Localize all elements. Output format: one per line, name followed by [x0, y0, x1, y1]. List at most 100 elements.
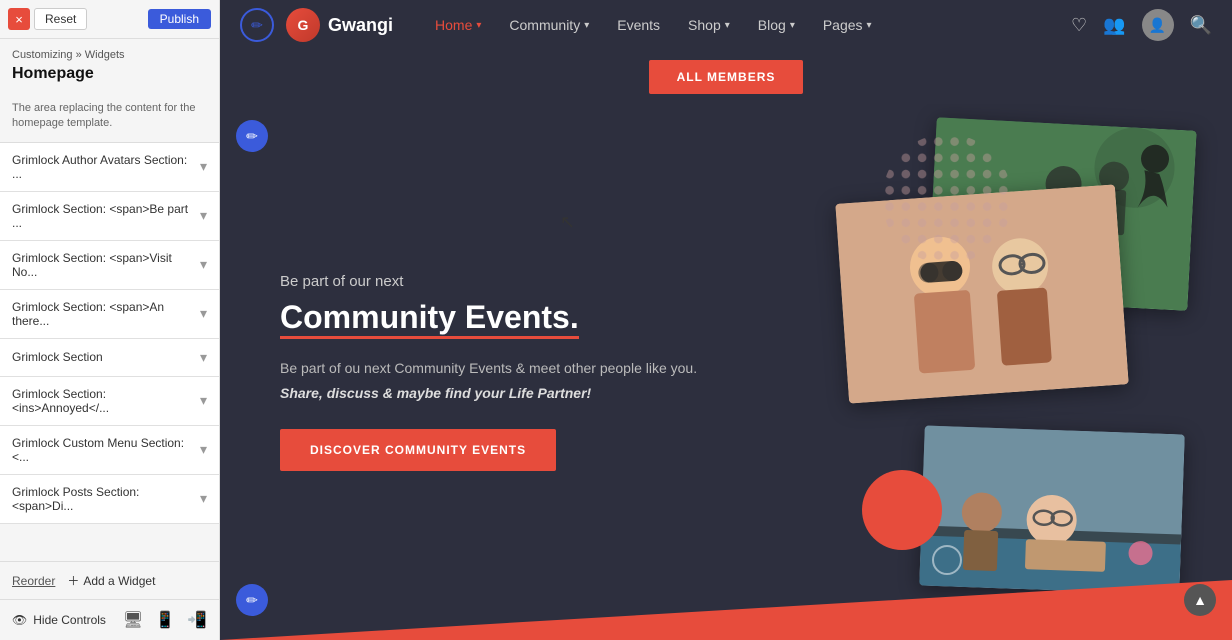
discover-events-button[interactable]: DISCOVER COMMUNITY EVENTS — [280, 429, 556, 471]
search-icon[interactable]: 🔍 — [1190, 15, 1212, 36]
chevron-icon-0: ▾ — [200, 158, 207, 175]
chevron-icon-1: ▾ — [200, 207, 207, 224]
chevron-icon-4: ▾ — [200, 349, 207, 366]
pencil-icon: ✏ — [246, 128, 258, 145]
cursor-pointer: ↖ — [560, 212, 575, 233]
hero-section: ✏ ↖ Be part of our next Community Events… — [220, 104, 1232, 640]
collage-image-3 — [919, 426, 1184, 595]
reset-button[interactable]: Reset — [34, 8, 87, 30]
tablet-icon[interactable]: 📱 — [155, 610, 175, 630]
sidebar-item-1[interactable]: Grimlock Section: <span>Be part ... ▾ — [0, 192, 219, 241]
close-icon: × — [15, 12, 23, 27]
collage-img3-fill — [919, 426, 1184, 595]
home-chevron-icon: ▾ — [476, 20, 481, 31]
nav-links: Home ▾ Community ▾ Events Shop ▾ Blog ▾ … — [423, 9, 1071, 41]
nav-home[interactable]: Home ▾ — [423, 9, 493, 41]
shop-chevron-icon: ▾ — [725, 20, 730, 31]
nav-events[interactable]: Events — [605, 9, 672, 41]
hero-description: Be part of ou next Community Events & me… — [280, 357, 697, 379]
chevron-icon-3: ▾ — [200, 305, 207, 322]
arrow-up-icon: ▲ — [1193, 592, 1207, 608]
chevron-icon-5: ▾ — [200, 392, 207, 409]
nav-pages[interactable]: Pages ▾ — [811, 9, 884, 41]
sidebar-item-6[interactable]: Grimlock Custom Menu Section: <... ▾ — [0, 426, 219, 475]
breadcrumb-customizing[interactable]: Customizing — [12, 49, 73, 61]
sidebar-bottom-bar: 👁 Hide Controls 🖥 📱 📲 — [0, 599, 219, 640]
hero-title: Community Events. — [280, 298, 697, 336]
publish-button[interactable]: Publish — [148, 9, 211, 29]
chevron-icon-6: ▾ — [200, 441, 207, 458]
main-content: ✏ G Gwangi Home ▾ Community ▾ Events Sho… — [220, 0, 1232, 640]
nav-logo-area: ✏ G Gwangi — [240, 8, 393, 42]
add-widget-button[interactable]: ＋ Add a Widget — [67, 572, 155, 589]
nav-icons: ♡ 👥 👤 🔍 — [1071, 9, 1212, 41]
dot-pattern-decoration — [882, 134, 1012, 264]
sidebar-item-0[interactable]: Grimlock Author Avatars Section: ... ▾ — [0, 143, 219, 192]
community-chevron-icon: ▾ — [584, 20, 589, 31]
nav-events-label: Events — [617, 17, 660, 33]
chevron-icon-7: ▾ — [200, 490, 207, 507]
hero-bottom-edit-button[interactable]: ✏ — [236, 584, 268, 616]
sidebar: × Reset Publish Customizing » Widgets Ho… — [0, 0, 220, 640]
sidebar-item-label-7: Grimlock Posts Section: <span>Di... — [12, 485, 200, 513]
nav-blog[interactable]: Blog ▾ — [746, 9, 807, 41]
sidebar-item-label-2: Grimlock Section: <span>Visit No... — [12, 251, 200, 279]
user-avatar[interactable]: 👤 — [1142, 9, 1174, 41]
mobile-icon[interactable]: 📲 — [187, 610, 207, 630]
breadcrumb-widgets[interactable]: Widgets — [85, 49, 125, 61]
hide-controls-button[interactable]: 👁 Hide Controls — [12, 613, 106, 627]
nav-brand: Gwangi — [328, 15, 393, 36]
sidebar-item-4[interactable]: Grimlock Section ▾ — [0, 339, 219, 377]
sidebar-item-label-4: Grimlock Section — [12, 350, 103, 364]
sidebar-item-label-1: Grimlock Section: <span>Be part ... — [12, 202, 200, 230]
nav-pages-label: Pages — [823, 17, 863, 33]
desktop-icon[interactable]: 🖥 — [123, 610, 143, 630]
all-members-button[interactable]: ALL MEMBERS — [649, 60, 804, 94]
pages-chevron-icon: ▾ — [867, 20, 872, 31]
hero-subtitle: Be part of our next — [280, 273, 697, 290]
hero-edit-button[interactable]: ✏ — [236, 120, 268, 152]
hero-title-text: Community Events. — [280, 298, 579, 336]
breadcrumb: Customizing » Widgets — [0, 39, 219, 63]
nav-shop[interactable]: Shop ▾ — [676, 9, 742, 41]
hero-text: Be part of our next Community Events. Be… — [280, 273, 697, 471]
chevron-icon-2: ▾ — [200, 256, 207, 273]
page-title: Homepage — [0, 63, 219, 93]
sidebar-top-bar: × Reset Publish — [0, 0, 219, 39]
sidebar-item-label-6: Grimlock Custom Menu Section: <... — [12, 436, 200, 464]
pencil-bottom-icon: ✏ — [246, 592, 258, 609]
nav-shop-label: Shop — [688, 17, 721, 33]
nav-community[interactable]: Community ▾ — [497, 9, 601, 41]
heart-icon[interactable]: ♡ — [1071, 15, 1087, 36]
scroll-to-top-button[interactable]: ▲ — [1184, 584, 1216, 616]
add-widget-label: Add a Widget — [83, 574, 155, 588]
sidebar-item-label-3: Grimlock Section: <span>An there... — [12, 300, 200, 328]
bottom-icons-group: 🖥 📱 📲 — [123, 610, 207, 630]
sidebar-item-7[interactable]: Grimlock Posts Section: <span>Di... ▾ — [0, 475, 219, 524]
sidebar-item-label-0: Grimlock Author Avatars Section: ... — [12, 153, 200, 181]
breadcrumb-separator: » — [76, 49, 82, 61]
sidebar-item-3[interactable]: Grimlock Section: <span>An there... ▾ — [0, 290, 219, 339]
red-circle-decoration — [862, 470, 942, 550]
sidebar-items-list: Grimlock Author Avatars Section: ... ▾ G… — [0, 143, 219, 561]
users-icon[interactable]: 👥 — [1103, 15, 1125, 36]
nav-edit-icon[interactable]: ✏ — [240, 8, 274, 42]
nav-logo: G — [286, 8, 320, 42]
sidebar-actions: Reorder ＋ Add a Widget — [0, 561, 219, 599]
top-navigation: ✏ G Gwangi Home ▾ Community ▾ Events Sho… — [220, 0, 1232, 50]
hero-images-collage — [772, 114, 1212, 630]
sidebar-info: The area replacing the content for the h… — [0, 93, 219, 143]
plus-icon: ＋ — [67, 572, 79, 589]
reorder-button[interactable]: Reorder — [12, 574, 55, 588]
sidebar-item-5[interactable]: Grimlock Section: <ins>Annoyed</... ▾ — [0, 377, 219, 426]
all-members-area: ALL MEMBERS — [220, 50, 1232, 104]
hide-controls-label: Hide Controls — [33, 613, 106, 627]
hero-tagline: Share, discuss & maybe find your Life Pa… — [280, 385, 697, 401]
nav-community-label: Community — [509, 17, 580, 33]
white-circle-outline-decoration — [932, 545, 962, 575]
blog-chevron-icon: ▾ — [790, 20, 795, 31]
close-button[interactable]: × — [8, 8, 30, 30]
avatar-img: 👤 — [1149, 17, 1166, 34]
nav-blog-label: Blog — [758, 17, 786, 33]
sidebar-item-2[interactable]: Grimlock Section: <span>Visit No... ▾ — [0, 241, 219, 290]
